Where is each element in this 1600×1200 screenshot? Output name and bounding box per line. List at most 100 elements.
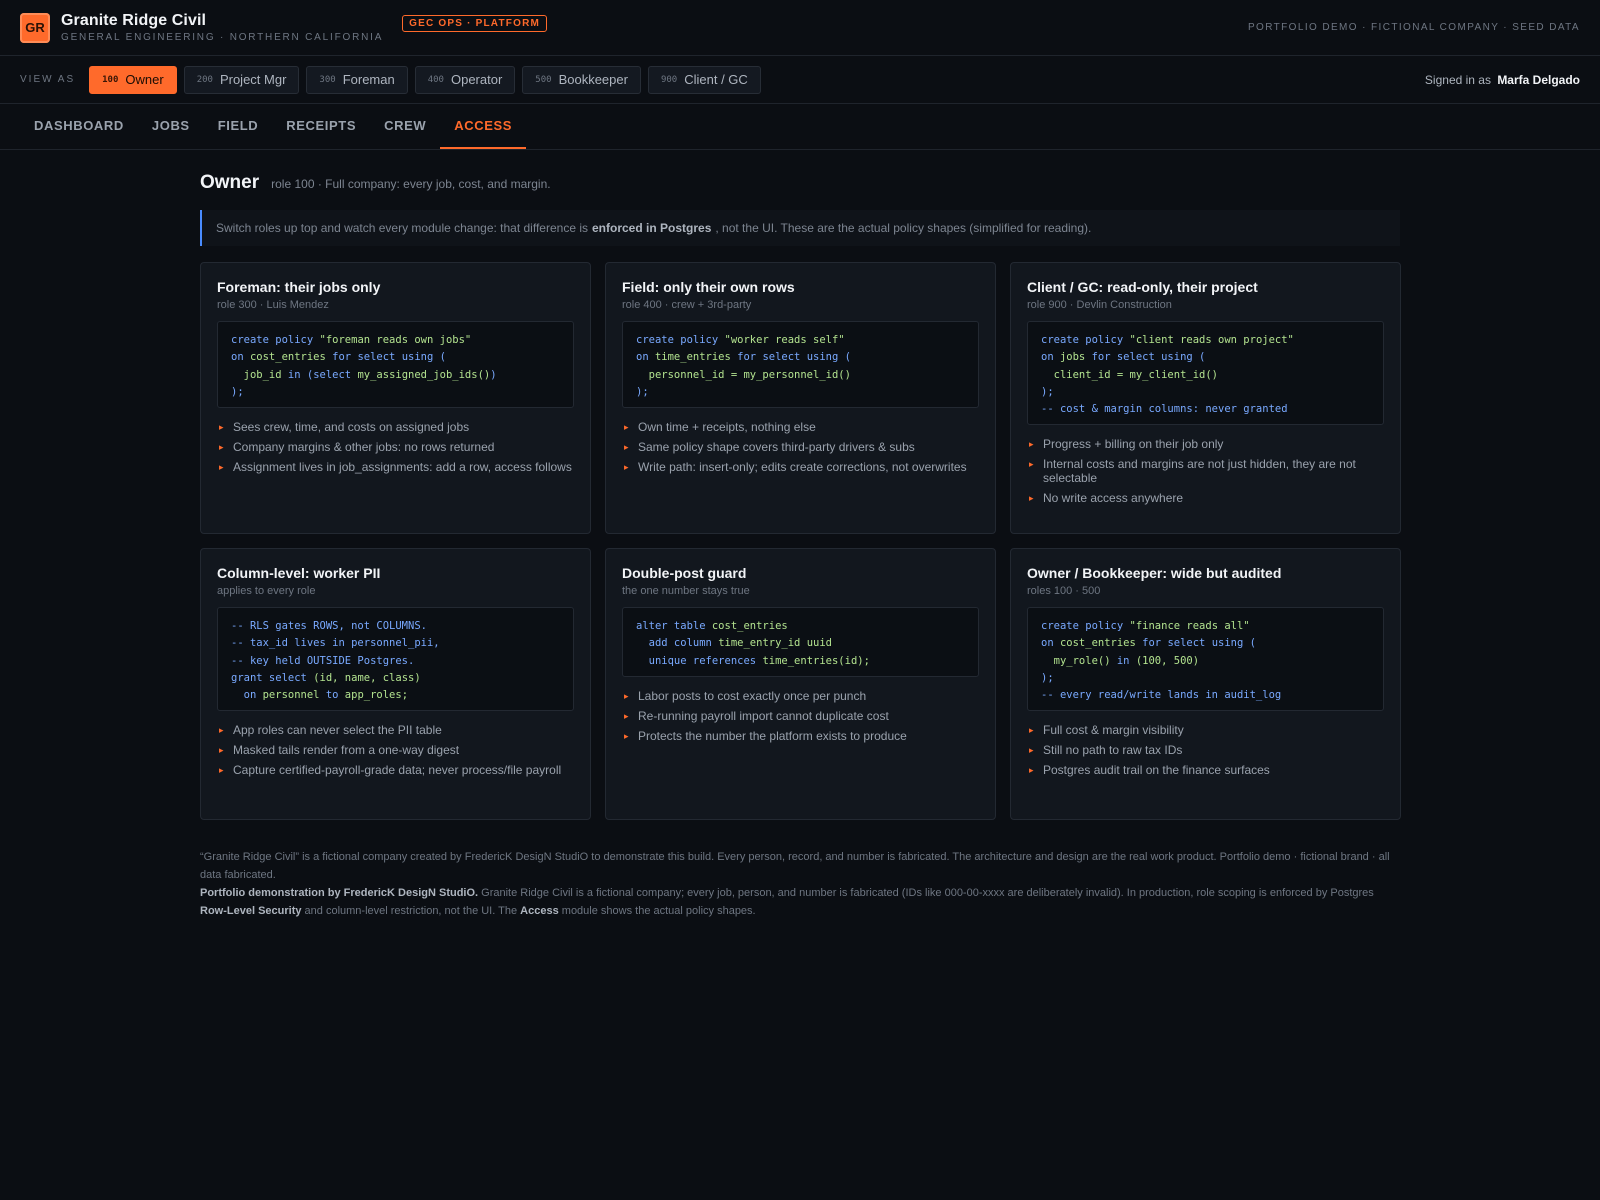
card-title: Double-post guard [622,565,747,581]
bullet-item: Same policy shape covers third-party dri… [622,440,979,454]
role-name: Project Mgr [219,72,287,87]
role-button-foreman[interactable]: 300 Foreman [306,65,408,94]
code-line: ); [636,384,965,401]
bullet-item: Protects the number the platform exists … [622,729,979,743]
code-token: for select using ( [1142,637,1256,650]
code-line: create policy "client reads own project" [1041,332,1370,349]
signed-in-prefix: Signed in as [1424,72,1491,87]
page-subtitle: role 100 · Full company: every job, cost… [271,177,551,191]
signed-in-user[interactable]: Marfa Delgado [1497,73,1580,87]
policy-bullets: Full cost & margin visibility Still no pa… [1027,723,1384,777]
code-line: client_id = my_client_id() [1041,367,1370,384]
code-token: create policy [1041,620,1130,632]
tab-access[interactable]: ACCESS [440,104,527,149]
card-subtitle: role 300 · Luis Mendez [217,299,329,311]
code-token: for select using ( [1091,351,1206,364]
sql-code-block: create policy "client reads own project"… [1027,321,1384,426]
code-token: (id, name, class) [313,671,421,684]
tab-dashboard[interactable]: DASHBOARD [20,104,138,149]
role-button-bookkeeper[interactable]: 500 Bookkeeper [522,65,641,94]
footer: “Granite Ridge Civil” is a fictional com… [200,848,1400,920]
bullet-item: App roles can never select the PII table [217,723,574,737]
code-token: job_id [231,368,288,381]
sql-code-block: create policy "finance reads all" on cost… [1027,607,1384,712]
code-token: -- RLS gates ROWS, not COLUMNS. [231,620,427,632]
company-name: Granite Ridge Civil [61,12,207,29]
code-line: create policy "worker reads self" [636,332,965,349]
footer-bold-rls: Row-Level Security [200,905,302,917]
footer-text-3: and column-level restriction, not the UI… [301,905,521,917]
card-subtitle: the one number stays true [622,585,750,597]
code-token: personnel_id = my_personnel_id() [636,368,851,381]
code-token: time_entries [654,351,738,364]
footer-text-2: Granite Ridge Civil is a fictional compa… [478,887,1374,899]
code-token: select [313,368,358,381]
code-line: job_id in (select my_assigned_job_ids()) [231,367,560,384]
role-name: Owner [125,72,164,87]
code-line: ); [1041,384,1370,401]
code-line: -- cost & margin columns: never granted [1041,401,1370,418]
code-line: -- tax_id lives in personnel_pii, [231,635,560,652]
code-line: -- key held OUTSIDE Postgres. [231,653,560,670]
tab-receipts[interactable]: RECEIPTS [272,104,370,149]
code-token: -- every read/write lands in audit_log [1041,689,1282,702]
code-token: client_id = my_client_id() [1041,368,1219,381]
code-token: on [1041,351,1060,364]
bullet-item: Labor posts to cost exactly once per pun… [622,689,979,703]
tab-crew[interactable]: CREW [370,104,440,149]
policy-bullets: Own time + receipts, nothing else Same po… [622,420,979,474]
code-token: in ( [287,368,314,381]
policy-card: Field: only their own rows role 400 · cre… [605,262,996,534]
role-button-client-gc[interactable]: 900 Client / GC [647,65,761,94]
code-line: alter table cost_entries [636,618,965,635]
code-token: for select using ( [332,351,446,364]
bullet-item: Full cost & margin visibility [1027,723,1384,737]
code-token: my_role() [1041,654,1117,667]
page-title: Owner [200,172,260,193]
bullet-item: Still no path to raw tax IDs [1027,743,1384,757]
code-token: ); [231,385,244,398]
policy-card: Foreman: their jobs only role 300 · Luis … [200,262,591,534]
policy-card: Client / GC: read-only, their project rol… [1010,262,1401,534]
card-title: Client / GC: read-only, their project [1027,279,1258,295]
company-logo[interactable]: GR [20,12,50,43]
code-token: cost_entries [249,351,333,364]
code-token: ); [1041,385,1054,398]
code-line: create policy "finance reads all" [1041,618,1370,635]
policy-bullets: Sees crew, time, and costs on assigned j… [217,420,574,474]
code-token: for select using ( [737,351,851,364]
code-token: time_entry_id uuid [718,637,832,650]
bullet-item: No write access anywhere [1027,491,1384,505]
role-button-operator[interactable]: 400 Operator [414,65,516,94]
code-token: jobs [1059,351,1092,364]
code-token: cost_entries [711,620,788,632]
code-token: -- key held OUTSIDE Postgres. [231,654,415,667]
role-code: 300 [319,74,336,85]
code-token: in [1116,654,1136,667]
role-code: 900 [660,74,678,85]
policy-bullets: Labor posts to cost exactly once per pun… [622,689,979,743]
card-title: Foreman: their jobs only [217,279,381,295]
tab-jobs[interactable]: JOBS [138,104,204,149]
code-line: -- every read/write lands in audit_log [1041,687,1370,704]
app-header: GR Granite Ridge Civil GENERAL ENGINEERI… [0,0,1600,56]
role-name: Bookkeeper [558,72,628,87]
bullet-item: Assignment lives in job_assignments: add… [217,460,574,474]
role-code: 500 [535,74,552,85]
tab-field[interactable]: FIELD [204,104,273,149]
company-tagline: GENERAL ENGINEERING · NORTHERN CALIFORNI… [61,32,384,43]
brand-block: Granite Ridge Civil GENERAL ENGINEERING … [61,12,383,43]
signed-in-status: Signed in as Marfa Delgado [1425,73,1580,87]
policy-card: Double-post guard the one number stays tr… [605,548,996,820]
role-switcher-bar: VIEW AS 100 Owner 200 Project Mgr 300 Foreman… [0,56,1600,104]
code-token: (100, 500) [1135,654,1200,667]
role-button-project-mgr[interactable]: 200 Project Mgr [183,65,300,94]
module-tabs: DASHBOARD JOBS FIELD RECEIPTS CREW ACCESS [0,104,1600,150]
role-name: Foreman [342,72,395,87]
code-line: -- RLS gates ROWS, not COLUMNS. [231,618,560,635]
sql-code-block: create policy "worker reads self" on time… [622,321,979,409]
role-button-owner[interactable]: 100 Owner [89,65,177,94]
code-token: on [231,689,263,702]
code-token: ); [636,385,649,398]
code-line: create policy "foreman reads own jobs" [231,332,560,349]
